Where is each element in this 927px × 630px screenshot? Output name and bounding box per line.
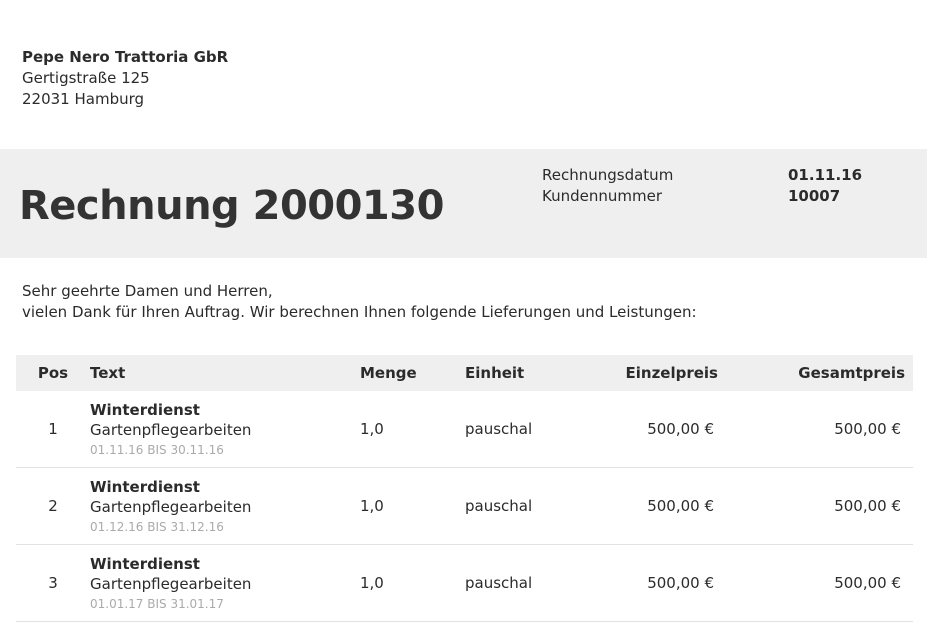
item-description: Gartenpflegearbeiten [90, 574, 252, 593]
row-pos: 1 [48, 420, 58, 438]
invoice-date-row: Rechnungsdatum 01.11.16 [542, 165, 862, 186]
invoice-items-table: Pos Text Menge Einheit Einzelpreis Gesam… [16, 355, 913, 622]
item-description: Gartenpflegearbeiten [90, 497, 252, 516]
header-einheit: Einheit [465, 364, 525, 382]
item-period: 01.12.16 BIS 31.12.16 [90, 519, 224, 534]
row-gesamtpreis: 500,00 € [834, 420, 901, 438]
customer-number-label: Kundennummer [542, 187, 662, 205]
invoice-title: Rechnung 2000130 [19, 183, 444, 229]
table-row: 3 Winterdienst Gartenpflegearbeiten 01.0… [16, 545, 913, 622]
row-menge: 1,0 [360, 420, 384, 438]
row-gesamtpreis: 500,00 € [834, 497, 901, 515]
customer-number-value: 10007 [788, 187, 841, 205]
row-gesamtpreis: 500,00 € [834, 574, 901, 592]
row-einheit: pauschal [465, 574, 533, 592]
item-title: Winterdienst [90, 400, 200, 419]
header-pos: Pos [37, 364, 69, 382]
greeting-text: vielen Dank für Ihren Auftrag. Wir berec… [22, 303, 697, 321]
header-gesamtpreis: Gesamtpreis [798, 364, 905, 382]
row-text: Winterdienst Gartenpflegearbeiten 01.12.… [90, 477, 360, 536]
table-header: Pos Text Menge Einheit Einzelpreis Gesam… [16, 355, 913, 391]
sender-name: Pepe Nero Trattoria GbR [22, 48, 229, 66]
row-menge: 1,0 [360, 574, 384, 592]
row-menge: 1,0 [360, 497, 384, 515]
row-pos: 2 [48, 497, 58, 515]
header-text: Text [90, 364, 126, 382]
row-text: Winterdienst Gartenpflegearbeiten 01.11.… [90, 400, 360, 459]
row-einzelpreis: 500,00 € [647, 574, 714, 592]
sender-city: 22031 Hamburg [22, 90, 145, 108]
table-row: 2 Winterdienst Gartenpflegearbeiten 01.1… [16, 468, 913, 545]
header-menge: Menge [360, 364, 417, 382]
header-einzelpreis: Einzelpreis [625, 364, 719, 382]
row-text: Winterdienst Gartenpflegearbeiten 01.01.… [90, 554, 360, 613]
item-title: Winterdienst [90, 477, 200, 496]
item-title: Winterdienst [90, 554, 200, 573]
row-einheit: pauschal [465, 420, 533, 438]
sender-address: Pepe Nero Trattoria GbR Gertigstraße 125… [22, 47, 228, 110]
greeting-salutation: Sehr geehrte Damen und Herren, [22, 282, 273, 300]
row-einheit: pauschal [465, 497, 533, 515]
invoice-date-value: 01.11.16 [788, 166, 863, 184]
sender-street: Gertigstraße 125 [22, 69, 150, 87]
row-einzelpreis: 500,00 € [647, 420, 714, 438]
item-description: Gartenpflegearbeiten [90, 420, 252, 439]
invoice-date-label: Rechnungsdatum [542, 166, 674, 184]
table-row: 1 Winterdienst Gartenpflegearbeiten 01.1… [16, 391, 913, 468]
item-period: 01.11.16 BIS 30.11.16 [90, 442, 224, 457]
row-pos: 3 [48, 574, 58, 592]
greeting: Sehr geehrte Damen und Herren, vielen Da… [22, 281, 697, 323]
invoice-meta: Rechnungsdatum 01.11.16 Kundennummer 100… [542, 165, 862, 207]
item-period: 01.01.17 BIS 31.01.17 [90, 596, 224, 611]
customer-number-row: Kundennummer 10007 [542, 186, 862, 207]
row-einzelpreis: 500,00 € [647, 497, 714, 515]
